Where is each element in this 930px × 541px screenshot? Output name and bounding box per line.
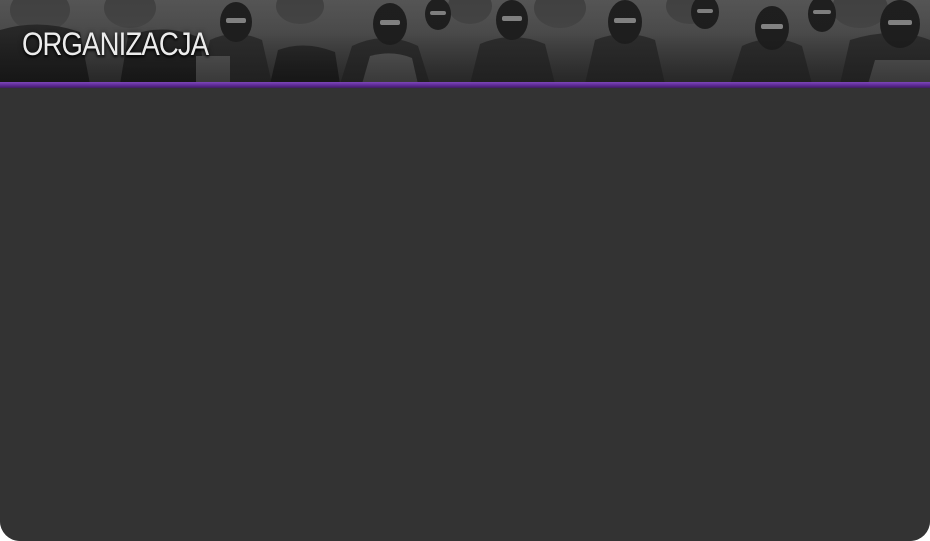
header-banner: ORGANIZACJA bbox=[0, 0, 930, 84]
page-title: ORGANIZACJA bbox=[22, 26, 209, 62]
content-area bbox=[0, 88, 930, 541]
app-window: ORGANIZACJA bbox=[0, 0, 930, 541]
